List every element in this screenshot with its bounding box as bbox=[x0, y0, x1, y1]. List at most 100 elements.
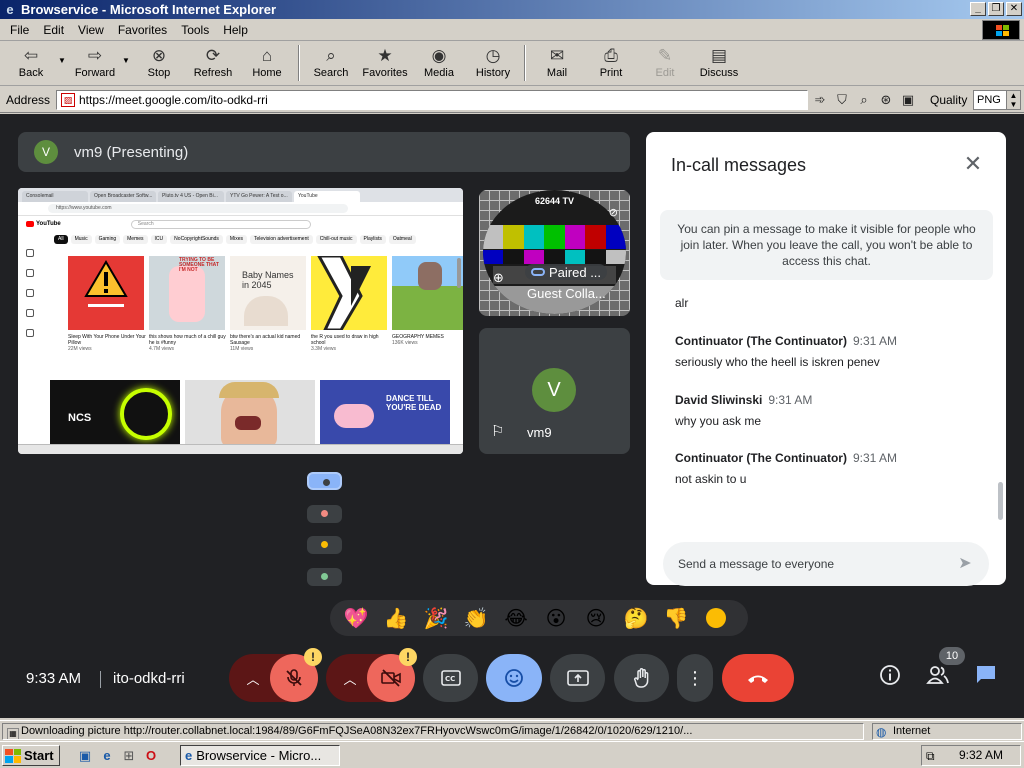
chat-scrollbar[interactable] bbox=[998, 482, 1003, 520]
edit-icon: ✎ bbox=[657, 46, 673, 65]
filmstrip-tile[interactable] bbox=[307, 505, 342, 523]
print-button[interactable]: ⎙ Print bbox=[584, 42, 638, 84]
bookmark-icon[interactable]: ⛉ bbox=[834, 92, 850, 108]
stop-button[interactable]: ⊗ Stop bbox=[132, 42, 186, 84]
address-input[interactable]: ▨ https://meet.google.com/ito-odkd-rri bbox=[56, 90, 808, 110]
menu-favorites[interactable]: Favorites bbox=[111, 23, 174, 37]
meeting-details-button[interactable] bbox=[877, 664, 903, 690]
history-button[interactable]: ◷ History bbox=[466, 42, 520, 84]
reaction-skin-tone-button[interactable] bbox=[696, 602, 736, 634]
forward-button[interactable]: ⇨ Forward bbox=[68, 42, 122, 84]
shared-tab: YTV Go Pewer: A Test o... bbox=[226, 191, 292, 202]
taskbar: Start ▣ e ⊞ O e Browservice - Micro... ⧉… bbox=[0, 741, 1024, 768]
chip: Mixes bbox=[225, 234, 247, 244]
reaction-sparkling-heart[interactable]: 💖 bbox=[336, 602, 376, 634]
raise-hand-button[interactable] bbox=[614, 654, 669, 702]
video-options-chevron-icon[interactable]: ︿ bbox=[328, 654, 372, 702]
reaction-clapping[interactable]: 👏 bbox=[456, 602, 496, 634]
chip: Memes bbox=[123, 234, 148, 244]
discuss-button[interactable]: ▤ Discuss bbox=[692, 42, 746, 84]
menu-file[interactable]: File bbox=[3, 23, 36, 37]
chip: Oatmeal bbox=[388, 234, 416, 244]
tray-clock: 9:32 AM bbox=[959, 748, 1004, 762]
favorites-icon: ★ bbox=[377, 46, 393, 65]
video-caption: this shows how much of a chill guy he is… bbox=[149, 334, 226, 352]
edit-button[interactable]: ✎ Edit bbox=[638, 42, 692, 84]
forward-dropdown-arrow[interactable]: ▼ bbox=[122, 42, 132, 65]
search-button[interactable]: ⌕ Search bbox=[304, 42, 358, 84]
reaction-thumbs-up[interactable]: 👍 bbox=[376, 602, 416, 634]
quicklaunch-ie-icon[interactable]: e bbox=[98, 747, 116, 765]
participant-count-badge: 10 bbox=[939, 647, 965, 665]
filmstrip-tile[interactable] bbox=[307, 536, 342, 554]
menu-view[interactable]: View bbox=[71, 23, 111, 37]
stop-icon: ⊗ bbox=[151, 46, 167, 65]
video-caption: the R you used to draw in high school 3.3… bbox=[311, 334, 379, 352]
participant-tile-guest[interactable]: 62644 TV ⊘ Paired ... ⊕ Guest Colla... bbox=[479, 190, 630, 316]
menu-tools[interactable]: Tools bbox=[174, 23, 216, 37]
mail-button[interactable]: ✉ Mail bbox=[530, 42, 584, 84]
reaction-surprised[interactable]: 😮 bbox=[536, 602, 576, 634]
chat-input-box[interactable]: ➤ bbox=[663, 542, 989, 586]
minimize-button[interactable]: _ bbox=[970, 2, 986, 16]
quality-select[interactable]: PNG ▲ ▼ bbox=[973, 90, 1021, 110]
back-button[interactable]: ⇦ Back bbox=[4, 42, 58, 84]
maximize-button[interactable]: ❐ bbox=[988, 2, 1004, 16]
filmstrip-tile[interactable] bbox=[307, 472, 342, 490]
reaction-party-popper[interactable]: 🎉 bbox=[416, 602, 456, 634]
quicklaunch-opera-icon[interactable]: O bbox=[142, 747, 160, 765]
menu-edit[interactable]: Edit bbox=[36, 23, 71, 37]
participant-tile-vm9[interactable]: V ⚐ vm9 bbox=[479, 328, 630, 454]
present-now-button[interactable] bbox=[550, 654, 605, 702]
captions-button[interactable]: CC bbox=[423, 654, 478, 702]
meeting-time: 9:33 AM bbox=[26, 670, 82, 687]
chat-button[interactable] bbox=[973, 664, 999, 690]
back-dropdown-arrow[interactable]: ▼ bbox=[58, 42, 68, 65]
windows-flag-icon bbox=[5, 748, 21, 763]
filmstrip-tile[interactable] bbox=[307, 568, 342, 586]
quicklaunch-desktop-icon[interactable]: ▣ bbox=[76, 747, 94, 765]
home-button[interactable]: ⌂ Home bbox=[240, 42, 294, 84]
close-icon[interactable]: ✕ bbox=[961, 152, 985, 176]
message-header: Continuator (The Continuator) 9:31 AM bbox=[675, 334, 897, 348]
more-options-button[interactable]: ⋮ bbox=[677, 654, 713, 702]
leave-call-button[interactable] bbox=[722, 654, 794, 702]
network-icon[interactable]: ⧉ bbox=[926, 747, 935, 766]
youtube-search: Search bbox=[130, 219, 311, 229]
reaction-thinking[interactable]: 🤔 bbox=[616, 602, 656, 634]
shared-tab: Open Broadcaster Softw... bbox=[90, 191, 156, 202]
system-tray: ⧉ 9:32 AM bbox=[921, 745, 1021, 766]
address-url[interactable]: https://meet.google.com/ito-odkd-rri bbox=[79, 93, 268, 107]
reaction-laughing[interactable]: 😂 bbox=[496, 602, 536, 634]
quicklaunch-explorer-icon[interactable]: ⊞ bbox=[120, 747, 138, 765]
quality-spinner-icon[interactable]: ▲ ▼ bbox=[1006, 91, 1020, 109]
clipboard-icon[interactable]: ▣ bbox=[900, 92, 916, 108]
find-icon[interactable]: ⌕ bbox=[856, 92, 872, 108]
chip: Gaming bbox=[94, 234, 121, 244]
menu-help[interactable]: Help bbox=[216, 23, 255, 37]
reactions-button[interactable] bbox=[486, 654, 542, 702]
reaction-crying[interactable]: 😢 bbox=[576, 602, 616, 634]
pin-icon[interactable]: ⊕ bbox=[493, 270, 504, 286]
go-arrow-icon[interactable]: ➾ bbox=[812, 92, 828, 108]
shared-tab: Pluto.tv 4 US - Open Bi... bbox=[158, 191, 224, 202]
shared-screen[interactable]: Consolemail Open Broadcaster Softw... Pl… bbox=[18, 188, 463, 454]
chat-input[interactable] bbox=[678, 554, 938, 574]
title-bar: e Browservice - Microsoft Internet Explo… bbox=[0, 0, 1024, 19]
download-page-icon: ▦ bbox=[7, 728, 19, 739]
media-button[interactable]: ◉ Media bbox=[412, 42, 466, 84]
address-bar: Address ▨ https://meet.google.com/ito-od… bbox=[0, 87, 1024, 113]
binoculars-icon[interactable]: ⊛ bbox=[878, 92, 894, 108]
start-button[interactable]: Start bbox=[2, 745, 60, 766]
audio-options-chevron-icon[interactable]: ︿ bbox=[231, 654, 275, 702]
send-icon[interactable]: ➤ bbox=[955, 554, 975, 574]
favorites-button[interactable]: ★ Favorites bbox=[358, 42, 412, 84]
taskbar-item-browservice[interactable]: e Browservice - Micro... bbox=[180, 745, 340, 766]
pin-icon[interactable]: ⚐ bbox=[491, 422, 504, 440]
close-button[interactable]: ✕ bbox=[1006, 2, 1022, 16]
people-button[interactable] bbox=[925, 664, 951, 690]
test-card-label: 62644 TV bbox=[534, 196, 575, 206]
refresh-button[interactable]: ⟳ Refresh bbox=[186, 42, 240, 84]
quality-label: Quality bbox=[930, 93, 968, 107]
reaction-thumbs-down[interactable]: 👎 bbox=[656, 602, 696, 634]
